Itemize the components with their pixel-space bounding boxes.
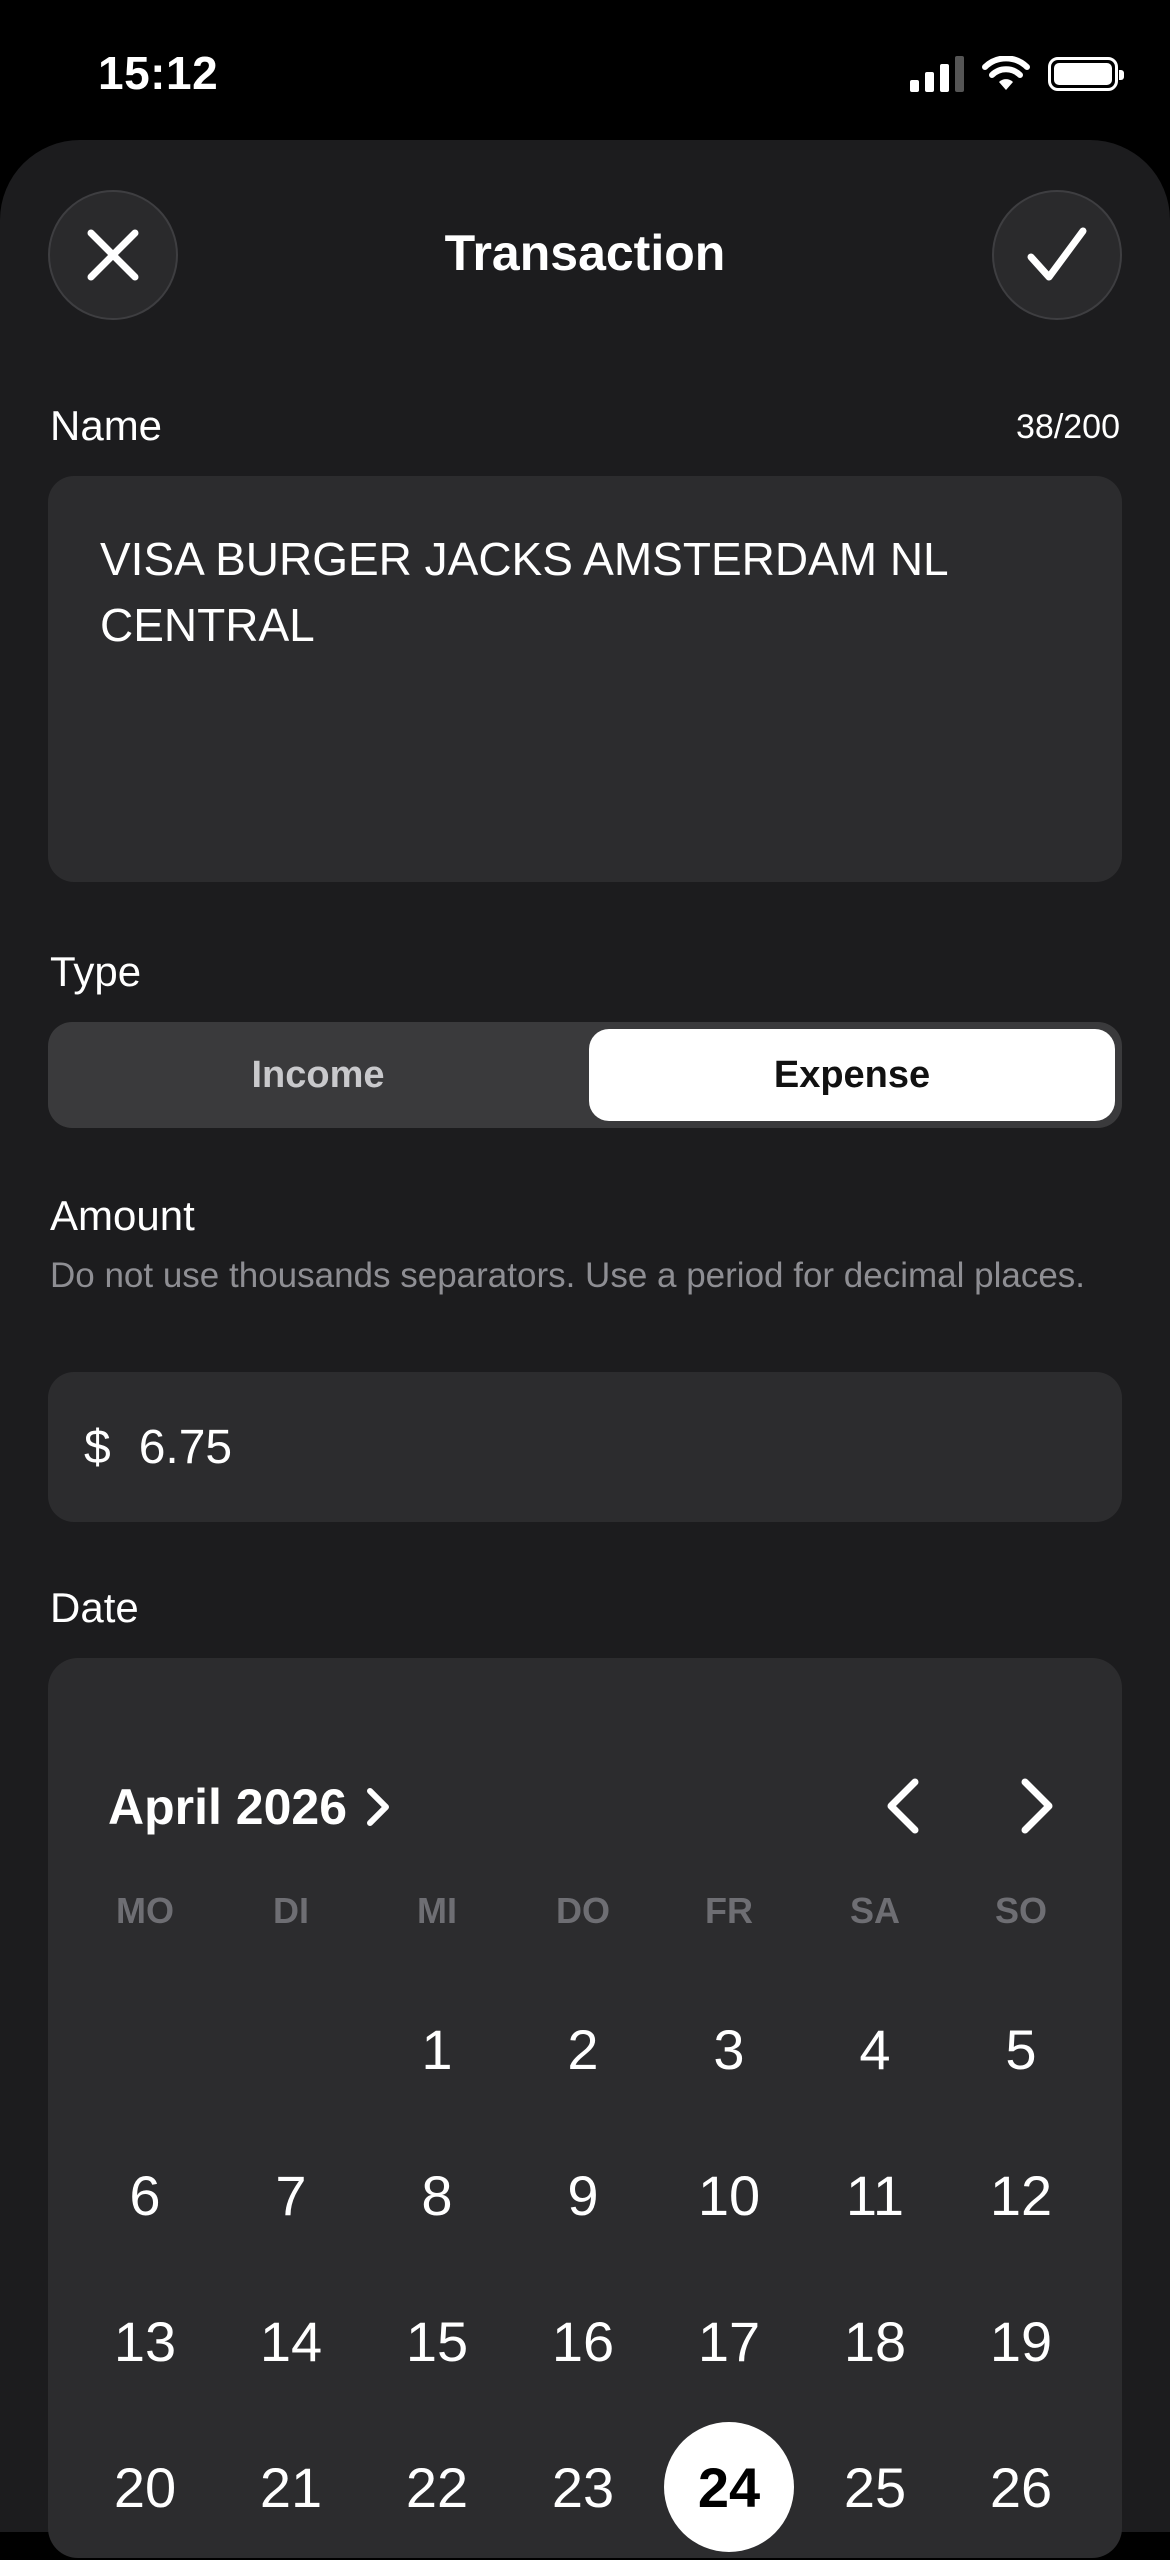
calendar-day-number: 26 [989,2455,1053,2519]
calendar-day-empty [218,1976,364,2122]
amount-value: 6.75 [138,1420,233,1474]
calendar-day[interactable]: 14 [218,2268,364,2414]
calendar-day[interactable]: 10 [656,2122,802,2268]
status-icons [910,52,1124,96]
calendar-day-number: 8 [421,2163,453,2227]
weekday-label: MO [116,1890,174,1931]
calendar-day-number: 1 [421,2017,453,2081]
date-label: Date [50,1584,139,1631]
calendar-day[interactable]: 7 [218,2122,364,2268]
calendar-day[interactable]: 6 [72,2122,218,2268]
calendar-day-number: 5 [1005,2017,1037,2081]
calendar-day-number: 23 [551,2455,615,2519]
calendar-day[interactable]: 25 [802,2414,948,2560]
battery-icon [1048,57,1124,91]
calendar-day-number: 4 [859,2017,891,2081]
calendar-day-number: 18 [843,2309,907,2373]
calendar-day[interactable]: 15 [364,2268,510,2414]
calendar-day[interactable]: 19 [948,2268,1094,2414]
status-time: 15:12 [98,47,219,99]
amount-hint: Do not use thousands separators. Use a p… [50,1256,1086,1295]
next-month-button[interactable] [1002,1766,1072,1846]
calendar-day-number: 13 [113,2309,177,2373]
amount-label: Amount [50,1192,195,1239]
calendar-day[interactable]: 21 [218,2414,364,2560]
calendar-day-number: 12 [989,2163,1053,2227]
calendar-day-empty [72,1976,218,2122]
calendar-day[interactable]: 18 [802,2268,948,2414]
type-segmented-control: Income Expense [48,1022,1122,1128]
calendar-day[interactable]: 11 [802,2122,948,2268]
calendar-day-number: 3 [713,2017,745,2081]
weekday-header: MO DI MI DO FR SA SO [48,1890,1122,1932]
date-calendar: April 2026 MO DI MI DO FR SA SO 12345678… [48,1658,1122,2558]
calendar-day[interactable]: 3 [656,1976,802,2122]
month-selector[interactable]: April 2026 [108,1778,391,1836]
calendar-day-number: 22 [405,2455,469,2519]
name-value: VISA BURGER JACKS AMSTERDAM NL CENTRAL [100,533,947,651]
calendar-day[interactable]: 13 [72,2268,218,2414]
type-option-expense[interactable]: Expense [589,1029,1115,1121]
calendar-day-number: 20 [113,2455,177,2519]
type-label: Type [50,948,142,995]
name-label: Name [50,402,163,449]
status-bar: 15:12 [0,0,1170,140]
calendar-day-number: 10 [697,2163,761,2227]
calendar-day-number: 9 [567,2163,599,2227]
weekday-label: FR [705,1890,753,1931]
amount-field[interactable]: $ 6.75 [48,1372,1122,1522]
calendar-day-number: 6 [129,2163,161,2227]
calendar-day[interactable]: 17 [656,2268,802,2414]
calendar-day[interactable]: 1 [364,1976,510,2122]
calendar-day-number: 19 [989,2309,1053,2373]
calendar-day[interactable]: 5 [948,1976,1094,2122]
calendar-day-number: 24 [664,2422,794,2552]
calendar-day[interactable]: 24 [656,2414,802,2560]
calendar-day-number: 2 [567,2017,599,2081]
previous-month-button[interactable] [868,1766,938,1846]
transaction-sheet: Transaction Name 38/200 VISA BURGER JACK… [0,140,1170,2558]
checkmark-icon [1027,227,1087,281]
calendar-day-number: 16 [551,2309,615,2373]
month-label: April 2026 [108,1779,348,1835]
calendar-day[interactable]: 16 [510,2268,656,2414]
chevron-left-icon [887,1778,919,1834]
weekday-label: SO [994,1890,1047,1931]
type-option-income[interactable]: Income [55,1029,581,1121]
weekday-label: DO [556,1890,610,1931]
calendar-day[interactable]: 9 [510,2122,656,2268]
wifi-icon [982,56,1030,90]
chevron-right-icon [367,1788,390,1826]
chevron-right-icon [1021,1778,1053,1834]
calendar-day[interactable]: 2 [510,1976,656,2122]
name-character-counter: 38/200 [1016,408,1120,446]
calendar-day-number: 15 [405,2309,469,2373]
calendar-day[interactable]: 23 [510,2414,656,2560]
calendar-day-number: 11 [845,2163,905,2227]
calendar-day[interactable]: 8 [364,2122,510,2268]
calendar-day-number: 7 [275,2163,307,2227]
cellular-signal-icon [910,56,964,92]
calendar-day[interactable]: 22 [364,2414,510,2560]
calendar-day-number: 21 [259,2455,323,2519]
weekday-label: MI [417,1890,457,1931]
confirm-button[interactable] [992,190,1122,320]
calendar-day[interactable]: 20 [72,2414,218,2560]
calendar-day[interactable]: 4 [802,1976,948,2122]
calendar-day-number: 17 [697,2309,761,2373]
calendar-days-grid: 1 2 3 4 5 6 7 8 9 10 11 12 13 14 15 16 17 18 19 20 21 22 23 24 2… [72,1976,1094,2560]
calendar-day[interactable]: 26 [948,2414,1094,2560]
name-field[interactable]: VISA BURGER JACKS AMSTERDAM NL CENTRAL [48,476,1122,882]
calendar-day[interactable]: 12 [948,2122,1094,2268]
calendar-day-number: 25 [843,2455,907,2519]
calendar-day-number: 14 [259,2309,323,2373]
weekday-label: DI [273,1890,309,1931]
weekday-label: SA [849,1890,900,1931]
currency-symbol: $ [84,1420,111,1474]
